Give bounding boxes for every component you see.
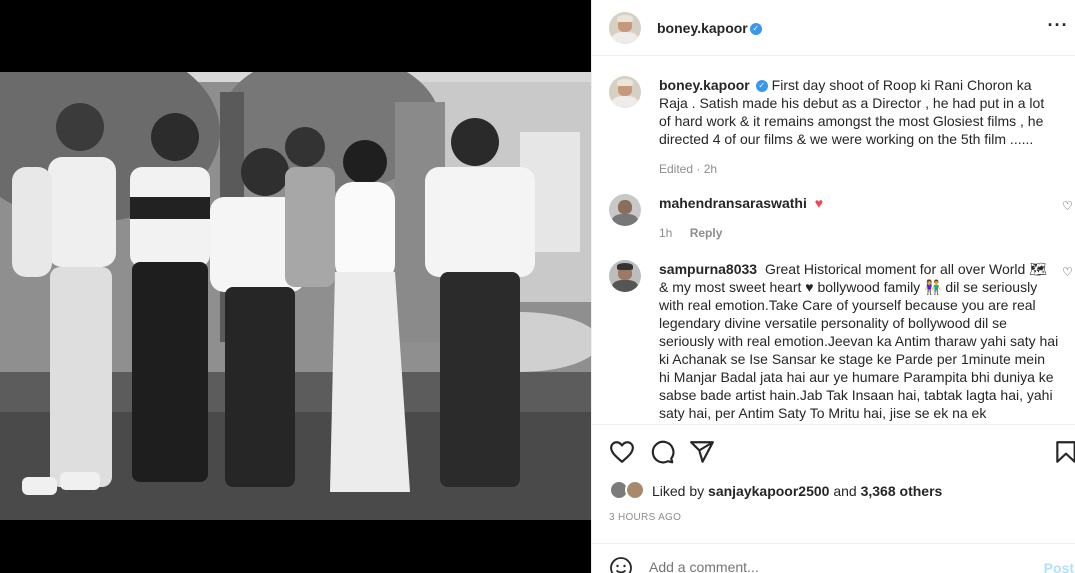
commenter-avatar[interactable] xyxy=(609,194,641,226)
liker-username[interactable]: sanjaykapoor2500 xyxy=(708,483,829,499)
post-caption: boney.kapoor ✓ First day shoot of Roop ki… xyxy=(609,76,1074,176)
post-header: boney.kapoor ✓ ··· xyxy=(592,0,1075,56)
likes-summary[interactable]: Liked by sanjaykapoor2500 and 3,368 othe… xyxy=(609,480,1069,502)
save-icon[interactable] xyxy=(1053,439,1075,465)
verified-badge-icon: ✓ xyxy=(749,23,762,36)
caption-author-username[interactable]: boney.kapoor xyxy=(659,77,750,93)
edited-label: Edited · 2h xyxy=(659,162,718,176)
likes-count[interactable]: 3,368 others xyxy=(861,483,943,499)
caption-author-avatar[interactable] xyxy=(609,76,641,108)
heart-small-icon[interactable]: ♡ xyxy=(1062,266,1074,278)
instagram-post-modal: boney.kapoor ✓ ··· boney.kapoor ✓ First da… xyxy=(0,0,1075,573)
action-bar xyxy=(592,424,1075,477)
liker-avatar xyxy=(625,480,645,500)
comment-icon[interactable] xyxy=(649,439,675,465)
post-media[interactable] xyxy=(0,0,591,573)
comment-text: Great Historical moment for all over Wor… xyxy=(659,261,1059,421)
emoji-icon[interactable] xyxy=(609,556,633,573)
author-username-text[interactable]: boney.kapoor xyxy=(657,20,748,36)
comments-list[interactable]: boney.kapoor ✓ First day shoot of Roop ki… xyxy=(592,57,1075,424)
commenter-username[interactable]: mahendransaraswathi xyxy=(659,195,807,211)
add-comment-bar: Post xyxy=(592,543,1075,573)
heart-small-icon[interactable]: ♡ xyxy=(1062,200,1074,212)
author-avatar[interactable] xyxy=(609,12,641,44)
share-icon[interactable] xyxy=(689,439,715,465)
verified-badge-icon: ✓ xyxy=(755,80,768,93)
commenter-avatar[interactable] xyxy=(609,260,641,292)
reply-button[interactable]: Reply xyxy=(690,226,723,240)
commenter-username[interactable]: sampurna8033 xyxy=(659,261,757,277)
like-icon[interactable] xyxy=(609,439,635,465)
comment-item: mahendransaraswathi ♥ 1h Reply ♡ xyxy=(609,194,1074,244)
post-timestamp[interactable]: 3 HOURS AGO xyxy=(609,512,681,523)
author-username[interactable]: boney.kapoor ✓ xyxy=(657,20,762,36)
comment-input[interactable] xyxy=(649,559,1009,573)
post-photo xyxy=(0,72,591,520)
post-comment-button[interactable]: Post xyxy=(1044,560,1074,573)
comment-time[interactable]: 1h xyxy=(659,226,672,240)
red-heart-emoji: ♥ xyxy=(814,195,824,211)
comment-item: sampurna8033 Great Historical moment for… xyxy=(609,260,1074,424)
post-side-panel: boney.kapoor ✓ ··· boney.kapoor ✓ First da… xyxy=(591,0,1075,573)
likes-text[interactable]: Liked by sanjaykapoor2500 and 3,368 othe… xyxy=(652,483,942,499)
more-options-icon[interactable]: ··· xyxy=(1044,16,1072,40)
